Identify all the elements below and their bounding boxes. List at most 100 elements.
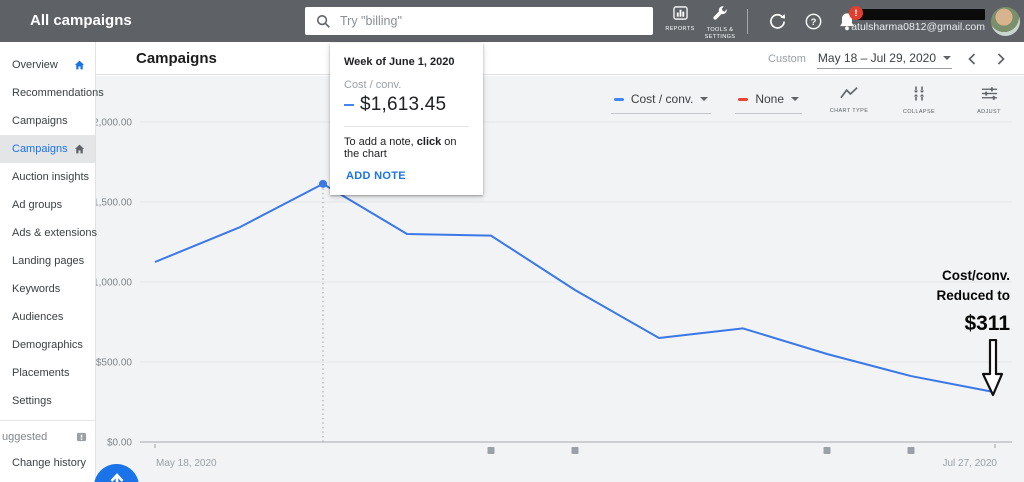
svg-text:$1,500.00: $1,500.00: [96, 198, 132, 209]
sidebar-item-label: Campaigns: [12, 115, 68, 127]
svg-text:$2,000.00: $2,000.00: [96, 118, 132, 129]
metric-label: None: [755, 92, 784, 106]
tooltip-divider: [344, 126, 469, 127]
chevron-down-icon: [700, 97, 708, 101]
sidebar-item-recommendations[interactable]: Recommendations: [0, 79, 95, 107]
topbar: All campaigns REPORTS TOOLS & SETTINGS: [0, 0, 1024, 42]
sidebar-item-label: Overview: [12, 59, 58, 71]
sidebar-item-label: Keywords: [12, 283, 60, 295]
sidebar-item-ads-extensions[interactable]: Ads & extensions: [0, 219, 95, 247]
sidebar-item-label: Ad groups: [12, 199, 62, 211]
main-area: Campaigns Custom May 18 – Jul 29, 2020: [96, 42, 1024, 482]
annotation-line2: Reduced to: [936, 286, 1010, 306]
chart-type-icon: [840, 86, 859, 100]
sidebar-section-label: uggested: [2, 431, 47, 443]
chart-tooltip: Week of June 1, 2020 Cost / conv. $1,613…: [330, 43, 483, 195]
metric-color-dash: [738, 98, 748, 101]
home-icon: [73, 142, 86, 155]
tooltip-title: Week of June 1, 2020: [344, 56, 469, 68]
tooltip-value: $1,613.45: [360, 94, 446, 116]
tools-settings-button[interactable]: TOOLS & SETTINGS: [698, 6, 742, 41]
date-range-selector[interactable]: May 18 – Jul 29, 2020: [817, 49, 952, 69]
google-ads-app: All campaigns REPORTS TOOLS & SETTINGS: [0, 0, 1024, 482]
metric-label: Cost / conv.: [631, 92, 693, 106]
chevron-left-icon: [968, 53, 976, 65]
tooltip-metric: Cost / conv.: [344, 79, 469, 91]
sidebar: Overview Recommendations Campaigns Campaign…: [0, 42, 96, 482]
chevron-right-icon: [997, 53, 1005, 65]
arrow-down-icon: [982, 339, 1004, 397]
search-icon: [316, 14, 331, 29]
sidebar-item-label: Campaigns: [12, 143, 68, 155]
svg-text:$0.00: $0.00: [107, 438, 132, 449]
search-input[interactable]: [340, 14, 653, 28]
sidebar-item-demographics[interactable]: Demographics: [0, 331, 95, 359]
series-dash-icon: [344, 104, 354, 107]
svg-text:?: ?: [811, 17, 817, 28]
chevron-down-icon: [943, 56, 951, 60]
svg-text:$500.00: $500.00: [96, 358, 132, 369]
help-button[interactable]: ?: [805, 13, 822, 35]
sidebar-item-landing-pages[interactable]: Landing pages: [0, 247, 95, 275]
sidebar-item-overview[interactable]: Overview: [0, 51, 95, 79]
svg-text:Jul 27, 2020: Jul 27, 2020: [943, 458, 998, 469]
date-next-button[interactable]: [992, 53, 1010, 65]
sidebar-section-suggested[interactable]: uggested: [0, 425, 95, 449]
help-icon: ?: [805, 13, 822, 30]
sidebar-item-change-history[interactable]: Change history: [0, 449, 95, 477]
sidebar-item-label: Placements: [12, 367, 69, 379]
arrow-up-icon: [110, 472, 124, 482]
tooltip-note: To add a note, click on the chart: [344, 136, 469, 160]
account-email: atulsharma0812@gmail.com: [851, 21, 985, 33]
cost-conv-chart[interactable]: $2,000.00$1,500.00$1,000.00$500.00$0.00M…: [96, 76, 1024, 482]
tools-settings-label: TOOLS & SETTINGS: [698, 27, 742, 41]
sidebar-item-campaigns[interactable]: Campaigns: [0, 135, 95, 163]
sidebar-item-label: Demographics: [12, 339, 83, 351]
notification-badge: !: [849, 6, 863, 20]
chart-panel: $2,000.00$1,500.00$1,000.00$500.00$0.00M…: [96, 76, 1024, 482]
annotation-cost-reduced: Cost/conv. Reduced to $311: [936, 266, 1010, 397]
chevron-down-icon: [791, 97, 799, 101]
sidebar-item-placements[interactable]: Placements: [0, 359, 95, 387]
metric-color-dash: [614, 98, 624, 101]
annotation-line1: Cost/conv.: [936, 266, 1010, 286]
sidebar-item-keywords[interactable]: Keywords: [0, 275, 95, 303]
date-range-type: Custom: [768, 53, 806, 65]
sidebar-item-audiences[interactable]: Audiences: [0, 303, 95, 331]
home-icon: [73, 58, 86, 71]
sidebar-item-label: Recommendations: [12, 87, 104, 99]
sidebar-item-campaigns[interactable]: Campaigns: [0, 107, 95, 135]
sidebar-item-auction-insights[interactable]: Auction insights: [0, 163, 95, 191]
sidebar-item-label: Landing pages: [12, 255, 84, 267]
metric-selector-secondary[interactable]: None: [735, 89, 802, 114]
sidebar-item-ad-groups[interactable]: Ad groups: [0, 191, 95, 219]
chart-type-button[interactable]: CHART TYPE: [826, 86, 872, 114]
collapse-button[interactable]: COLLAPSE: [896, 86, 942, 115]
main-header: Campaigns Custom May 18 – Jul 29, 2020: [96, 42, 1024, 75]
refresh-button[interactable]: [769, 13, 786, 35]
adjust-icon: [981, 86, 998, 101]
sidebar-item-label: Change history: [12, 457, 86, 469]
date-range-value: May 18 – Jul 29, 2020: [818, 51, 936, 65]
search-box[interactable]: [305, 7, 653, 35]
sidebar-item-settings[interactable]: Settings: [0, 387, 95, 415]
sidebar-item-label: Ads & extensions: [12, 227, 97, 239]
redacted-account-name: [856, 9, 985, 20]
collapse-icon: [911, 86, 927, 101]
metric-selector-primary[interactable]: Cost / conv.: [611, 89, 711, 114]
chart-controls: Cost / conv. None CHART TYPE: [611, 86, 1012, 115]
avatar[interactable]: [991, 7, 1020, 36]
page-title: All campaigns: [30, 0, 132, 42]
date-prev-button[interactable]: [963, 53, 981, 65]
reports-button[interactable]: REPORTS: [658, 6, 702, 33]
svg-text:May 18, 2020: May 18, 2020: [156, 458, 217, 469]
add-note-button[interactable]: ADD NOTE: [346, 170, 469, 182]
feedback-icon: [76, 432, 87, 443]
wrench-icon: [712, 6, 728, 21]
refresh-icon: [769, 13, 786, 30]
sidebar-item-label: Audiences: [12, 311, 63, 323]
sidebar-item-label: Settings: [12, 395, 52, 407]
adjust-button[interactable]: ADJUST: [966, 86, 1012, 115]
topbar-divider: [747, 9, 748, 34]
sidebar-item-label: Auction insights: [12, 171, 89, 183]
